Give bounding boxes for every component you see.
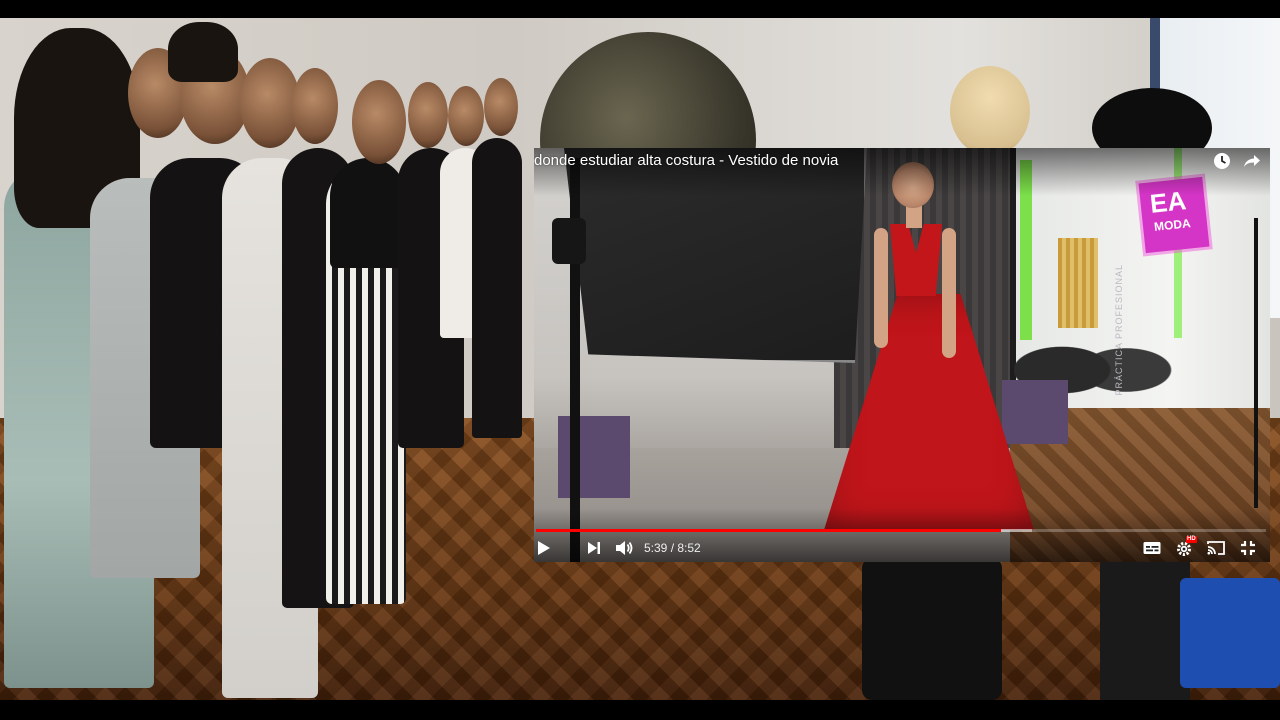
volume-icon: [616, 541, 633, 555]
model-arm: [874, 228, 888, 348]
model-head: [408, 82, 448, 148]
progress-bar[interactable]: [536, 529, 1266, 532]
current-time: 5:39: [644, 541, 668, 555]
next-icon: [588, 542, 600, 554]
play-icon: [538, 541, 550, 555]
model-head: [484, 78, 518, 136]
duration: 8:52: [677, 541, 701, 555]
blue-chairs: [1180, 578, 1280, 688]
progress-played: [536, 529, 1001, 532]
model-arm: [942, 228, 956, 358]
model-figure: [330, 158, 406, 268]
model-head: [448, 86, 484, 146]
tripod: [1254, 218, 1258, 508]
clock-icon[interactable]: [1212, 151, 1232, 171]
model-head: [240, 58, 300, 148]
instructor-head: [950, 66, 1030, 156]
model-head: [352, 80, 406, 164]
person-body: [1100, 558, 1190, 700]
subtitles-icon: [1143, 542, 1161, 554]
purple-cube: [1002, 380, 1068, 444]
dress-rack: [1058, 238, 1098, 328]
hd-badge: HD: [1186, 536, 1197, 543]
settings-button[interactable]: HD: [1174, 536, 1197, 558]
purple-cube: [558, 416, 630, 498]
video-title[interactable]: donde estudiar alta costura - Vestido de…: [534, 152, 838, 170]
cast-icon: [1207, 541, 1225, 555]
cast-button[interactable]: [1206, 538, 1226, 558]
model-hair: [168, 22, 238, 82]
time-separator: /: [667, 541, 678, 555]
video-player[interactable]: EA MODA PRÁCTICA PROFESIONAL donde estud…: [534, 148, 1270, 562]
light-stand-knob: [552, 218, 586, 264]
volume-button[interactable]: [614, 538, 634, 558]
subtitles-button[interactable]: [1142, 538, 1162, 558]
time-display: 5:39 / 8:52: [644, 540, 701, 556]
exit-fullscreen-icon: [1241, 541, 1255, 555]
share-icon[interactable]: [1242, 151, 1262, 171]
model-head: [292, 68, 338, 144]
instructor-body: [862, 558, 1002, 700]
play-button[interactable]: [534, 538, 554, 558]
exit-fullscreen-button[interactable]: [1238, 538, 1258, 558]
next-button[interactable]: [584, 538, 604, 558]
model-figure: [472, 138, 522, 438]
watermark-vertical-text: PRÁCTICA PROFESIONAL: [1114, 264, 1124, 396]
